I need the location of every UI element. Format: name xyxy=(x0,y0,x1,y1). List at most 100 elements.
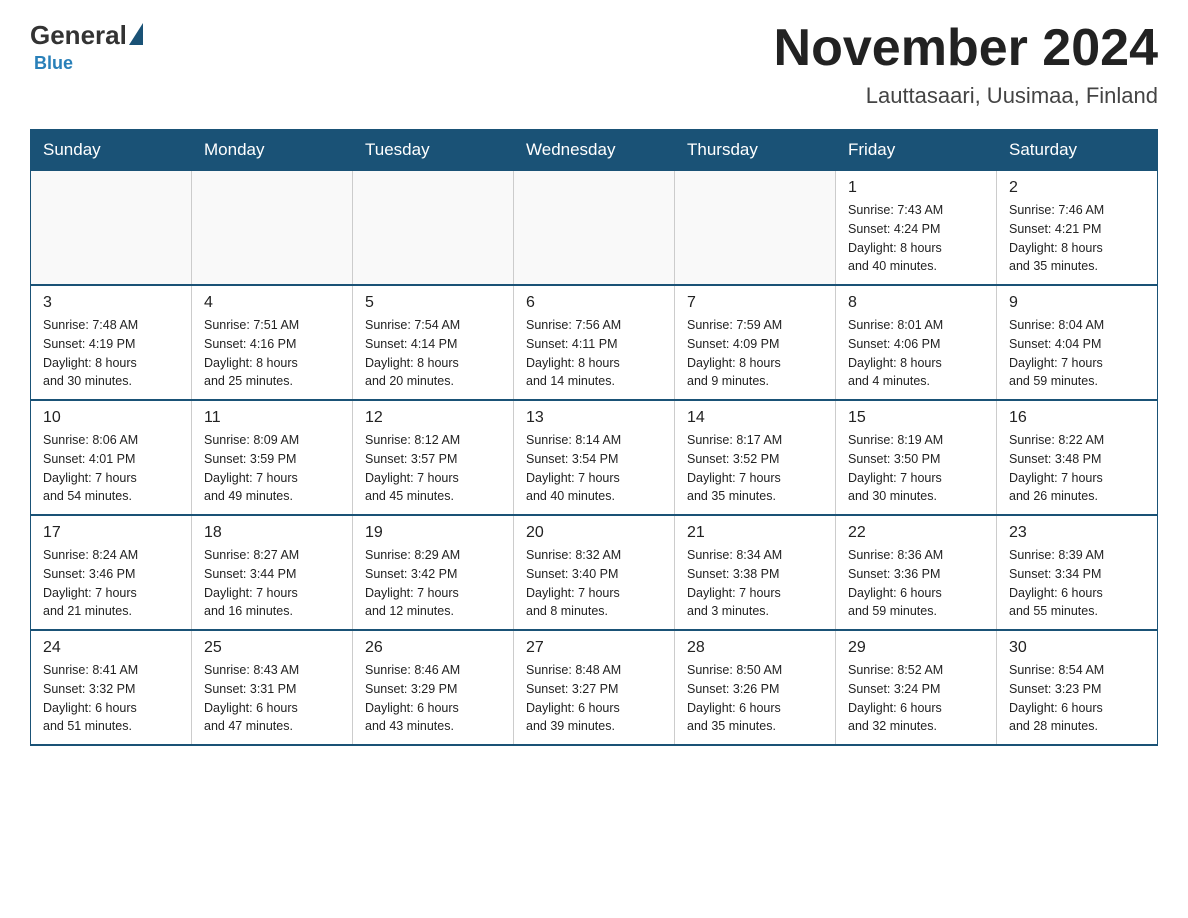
calendar-cell: 26 Sunrise: 8:46 AM Sunset: 3:29 PM Dayli… xyxy=(353,630,514,745)
calendar-cell: 23 Sunrise: 8:39 AM Sunset: 3:34 PM Dayli… xyxy=(997,515,1158,630)
day-number: 25 xyxy=(204,639,340,657)
weekday-header-sunday: Sunday xyxy=(31,130,192,171)
day-info: Sunrise: 8:06 AM Sunset: 4:01 PM Dayligh… xyxy=(43,431,179,506)
day-info: Sunrise: 7:51 AM Sunset: 4:16 PM Dayligh… xyxy=(204,316,340,391)
day-number: 17 xyxy=(43,524,179,542)
day-info: Sunrise: 7:59 AM Sunset: 4:09 PM Dayligh… xyxy=(687,316,823,391)
title-block: November 2024 Lauttasaari, Uusimaa, Finl… xyxy=(774,20,1158,109)
day-info: Sunrise: 8:36 AM Sunset: 3:36 PM Dayligh… xyxy=(848,546,984,621)
logo-blue-text: Blue xyxy=(34,53,73,74)
calendar-cell: 5 Sunrise: 7:54 AM Sunset: 4:14 PM Daylig… xyxy=(353,285,514,400)
calendar-cell xyxy=(192,171,353,286)
day-info: Sunrise: 8:43 AM Sunset: 3:31 PM Dayligh… xyxy=(204,661,340,736)
day-number: 23 xyxy=(1009,524,1145,542)
weekday-header-wednesday: Wednesday xyxy=(514,130,675,171)
calendar-week-4: 17 Sunrise: 8:24 AM Sunset: 3:46 PM Dayli… xyxy=(31,515,1158,630)
day-info: Sunrise: 8:09 AM Sunset: 3:59 PM Dayligh… xyxy=(204,431,340,506)
day-number: 1 xyxy=(848,179,984,197)
day-info: Sunrise: 8:24 AM Sunset: 3:46 PM Dayligh… xyxy=(43,546,179,621)
day-info: Sunrise: 8:27 AM Sunset: 3:44 PM Dayligh… xyxy=(204,546,340,621)
calendar-cell: 11 Sunrise: 8:09 AM Sunset: 3:59 PM Dayli… xyxy=(192,400,353,515)
calendar-cell xyxy=(31,171,192,286)
day-number: 6 xyxy=(526,294,662,312)
day-number: 18 xyxy=(204,524,340,542)
day-number: 12 xyxy=(365,409,501,427)
calendar-cell: 1Sunrise: 7:43 AM Sunset: 4:24 PM Daylig… xyxy=(836,171,997,286)
weekday-header-friday: Friday xyxy=(836,130,997,171)
calendar-cell: 7 Sunrise: 7:59 AM Sunset: 4:09 PM Daylig… xyxy=(675,285,836,400)
calendar-week-3: 10 Sunrise: 8:06 AM Sunset: 4:01 PM Dayli… xyxy=(31,400,1158,515)
day-info: Sunrise: 8:48 AM Sunset: 3:27 PM Dayligh… xyxy=(526,661,662,736)
calendar-cell: 4Sunrise: 7:51 AM Sunset: 4:16 PM Daylig… xyxy=(192,285,353,400)
calendar-week-5: 24Sunrise: 8:41 AM Sunset: 3:32 PM Dayli… xyxy=(31,630,1158,745)
day-number: 15 xyxy=(848,409,984,427)
day-info: Sunrise: 8:22 AM Sunset: 3:48 PM Dayligh… xyxy=(1009,431,1145,506)
calendar-cell: 27 Sunrise: 8:48 AM Sunset: 3:27 PM Dayli… xyxy=(514,630,675,745)
day-info: Sunrise: 8:39 AM Sunset: 3:34 PM Dayligh… xyxy=(1009,546,1145,621)
calendar-cell: 29 Sunrise: 8:52 AM Sunset: 3:24 PM Dayli… xyxy=(836,630,997,745)
day-info: Sunrise: 8:46 AM Sunset: 3:29 PM Dayligh… xyxy=(365,661,501,736)
day-number: 26 xyxy=(365,639,501,657)
calendar-cell: 16 Sunrise: 8:22 AM Sunset: 3:48 PM Dayli… xyxy=(997,400,1158,515)
day-number: 10 xyxy=(43,409,179,427)
day-number: 21 xyxy=(687,524,823,542)
logo-general-text: General xyxy=(30,20,127,51)
calendar-cell: 6 Sunrise: 7:56 AM Sunset: 4:11 PM Daylig… xyxy=(514,285,675,400)
calendar-cell: 18 Sunrise: 8:27 AM Sunset: 3:44 PM Dayli… xyxy=(192,515,353,630)
day-info: Sunrise: 8:01 AM Sunset: 4:06 PM Dayligh… xyxy=(848,316,984,391)
day-number: 19 xyxy=(365,524,501,542)
calendar-cell: 2 Sunrise: 7:46 AM Sunset: 4:21 PM Daylig… xyxy=(997,171,1158,286)
calendar-cell: 15 Sunrise: 8:19 AM Sunset: 3:50 PM Dayli… xyxy=(836,400,997,515)
day-info: Sunrise: 7:54 AM Sunset: 4:14 PM Dayligh… xyxy=(365,316,501,391)
day-number: 3 xyxy=(43,294,179,312)
day-info: Sunrise: 7:46 AM Sunset: 4:21 PM Dayligh… xyxy=(1009,201,1145,276)
weekday-header-thursday: Thursday xyxy=(675,130,836,171)
weekday-header-saturday: Saturday xyxy=(997,130,1158,171)
calendar-cell: 24Sunrise: 8:41 AM Sunset: 3:32 PM Dayli… xyxy=(31,630,192,745)
day-number: 16 xyxy=(1009,409,1145,427)
day-info: Sunrise: 8:52 AM Sunset: 3:24 PM Dayligh… xyxy=(848,661,984,736)
day-info: Sunrise: 8:54 AM Sunset: 3:23 PM Dayligh… xyxy=(1009,661,1145,736)
logo-triangle-icon xyxy=(129,23,143,45)
calendar-cell: 8 Sunrise: 8:01 AM Sunset: 4:06 PM Daylig… xyxy=(836,285,997,400)
day-number: 7 xyxy=(687,294,823,312)
day-number: 20 xyxy=(526,524,662,542)
calendar-cell: 13Sunrise: 8:14 AM Sunset: 3:54 PM Dayli… xyxy=(514,400,675,515)
day-number: 9 xyxy=(1009,294,1145,312)
day-info: Sunrise: 8:50 AM Sunset: 3:26 PM Dayligh… xyxy=(687,661,823,736)
calendar-cell xyxy=(353,171,514,286)
day-info: Sunrise: 8:29 AM Sunset: 3:42 PM Dayligh… xyxy=(365,546,501,621)
day-number: 8 xyxy=(848,294,984,312)
day-info: Sunrise: 8:17 AM Sunset: 3:52 PM Dayligh… xyxy=(687,431,823,506)
day-info: Sunrise: 7:56 AM Sunset: 4:11 PM Dayligh… xyxy=(526,316,662,391)
weekday-header-monday: Monday xyxy=(192,130,353,171)
day-number: 30 xyxy=(1009,639,1145,657)
calendar-cell xyxy=(514,171,675,286)
day-number: 2 xyxy=(1009,179,1145,197)
logo: General Blue xyxy=(30,20,143,74)
day-number: 27 xyxy=(526,639,662,657)
calendar-cell: 17 Sunrise: 8:24 AM Sunset: 3:46 PM Dayli… xyxy=(31,515,192,630)
day-info: Sunrise: 8:34 AM Sunset: 3:38 PM Dayligh… xyxy=(687,546,823,621)
calendar-cell: 30 Sunrise: 8:54 AM Sunset: 3:23 PM Dayli… xyxy=(997,630,1158,745)
calendar-cell: 3 Sunrise: 7:48 AM Sunset: 4:19 PM Daylig… xyxy=(31,285,192,400)
day-number: 22 xyxy=(848,524,984,542)
day-info: Sunrise: 8:19 AM Sunset: 3:50 PM Dayligh… xyxy=(848,431,984,506)
calendar-cell: 22 Sunrise: 8:36 AM Sunset: 3:36 PM Dayli… xyxy=(836,515,997,630)
month-title: November 2024 xyxy=(774,20,1158,77)
calendar-cell: 19 Sunrise: 8:29 AM Sunset: 3:42 PM Dayli… xyxy=(353,515,514,630)
day-number: 28 xyxy=(687,639,823,657)
calendar-week-2: 3 Sunrise: 7:48 AM Sunset: 4:19 PM Daylig… xyxy=(31,285,1158,400)
calendar-cell: 28 Sunrise: 8:50 AM Sunset: 3:26 PM Dayli… xyxy=(675,630,836,745)
calendar-cell: 21 Sunrise: 8:34 AM Sunset: 3:38 PM Dayli… xyxy=(675,515,836,630)
day-info: Sunrise: 7:48 AM Sunset: 4:19 PM Dayligh… xyxy=(43,316,179,391)
day-info: Sunrise: 8:41 AM Sunset: 3:32 PM Dayligh… xyxy=(43,661,179,736)
calendar-cell: 12Sunrise: 8:12 AM Sunset: 3:57 PM Dayli… xyxy=(353,400,514,515)
day-info: Sunrise: 8:32 AM Sunset: 3:40 PM Dayligh… xyxy=(526,546,662,621)
calendar-cell: 20 Sunrise: 8:32 AM Sunset: 3:40 PM Dayli… xyxy=(514,515,675,630)
day-number: 5 xyxy=(365,294,501,312)
day-number: 11 xyxy=(204,409,340,427)
calendar-week-1: 1Sunrise: 7:43 AM Sunset: 4:24 PM Daylig… xyxy=(31,171,1158,286)
day-number: 14 xyxy=(687,409,823,427)
day-number: 29 xyxy=(848,639,984,657)
